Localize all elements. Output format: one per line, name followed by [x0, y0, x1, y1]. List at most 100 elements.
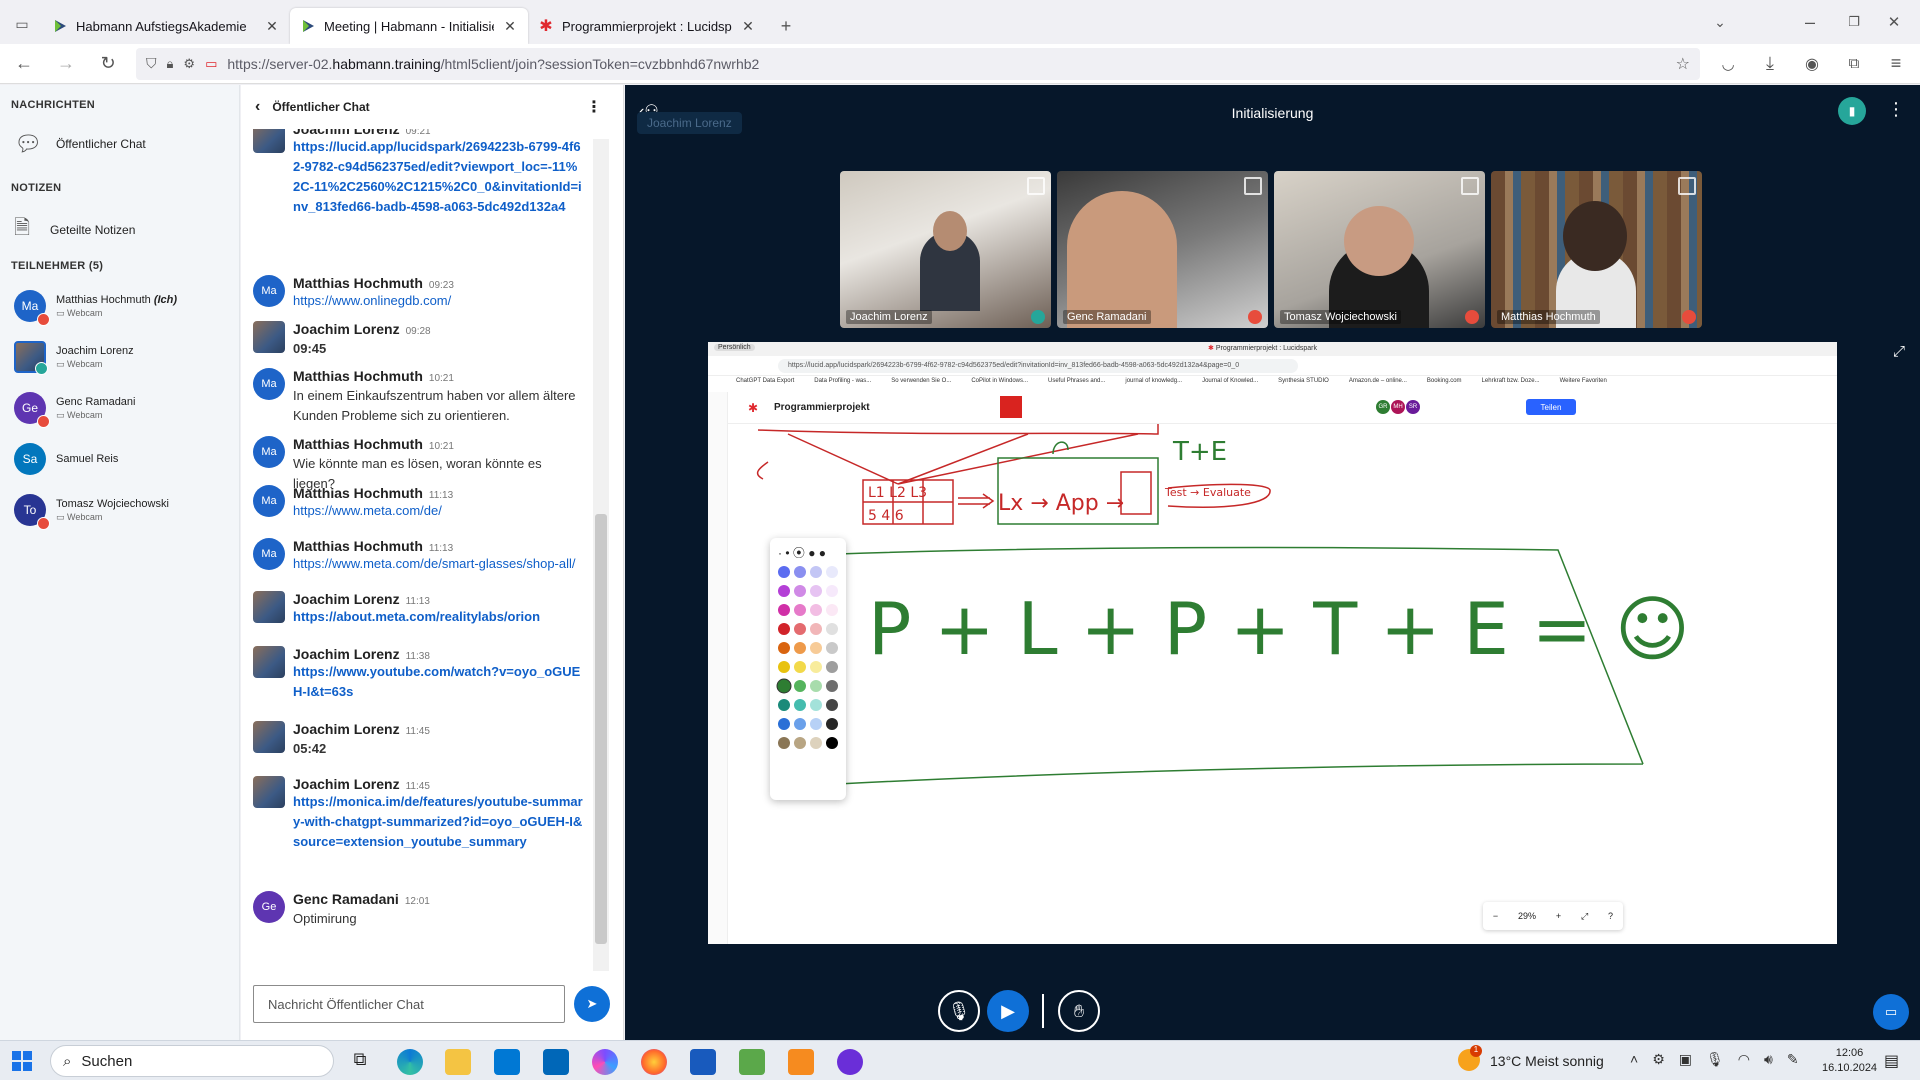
url-text[interactable]: https://server-02.habmann.training/html5…	[227, 56, 759, 72]
video-tile-matthias[interactable]: Matthias Hochmuth	[1491, 171, 1702, 328]
forward-icon[interactable]: →	[52, 50, 80, 78]
tab-overflow-chevron-icon[interactable]: ⌄	[1706, 8, 1734, 36]
color-swatches[interactable]	[776, 564, 840, 774]
options-menu-icon[interactable]: ⋮	[1887, 99, 1905, 120]
share-button[interactable]: Teilen	[1526, 399, 1576, 415]
wifi-icon[interactable]: ◠	[1738, 1051, 1750, 1068]
participant-matthias[interactable]: Ma Matthias Hochmuth (Ich) ▭ Webcam	[14, 290, 234, 326]
permissions-icon[interactable]: ⚙	[183, 56, 195, 72]
screen-share-indicator-icon[interactable]: ▭	[205, 56, 217, 72]
fit-to-screen-icon[interactable]: ⤢	[1581, 911, 1588, 922]
edge-icon[interactable]	[397, 1049, 423, 1075]
account-icon[interactable]: ◉	[1798, 50, 1826, 78]
shield-icon[interactable]: ⛉	[146, 55, 157, 72]
lock-icon[interactable]: 🔒︎	[167, 56, 174, 72]
layout-settings-button[interactable]: ▭	[1873, 994, 1909, 1030]
raise-hand-button[interactable]: ✋︎	[1058, 990, 1100, 1032]
microphone-icon[interactable]: 🎙︎	[1706, 1051, 1724, 1068]
video-tile-tomasz[interactable]: Tomasz Wojciechowski	[1274, 171, 1485, 328]
restore-window-icon[interactable]: ❐	[1840, 8, 1868, 36]
volume-icon[interactable]: 🔊︎	[1764, 1051, 1773, 1068]
presentation-fullscreen-icon[interactable]: ⤢	[1893, 343, 1905, 360]
tray-app-icon[interactable]: ⚙	[1652, 1051, 1665, 1068]
close-tab-icon[interactable]: ✕	[502, 18, 518, 35]
chat-message: Joachim Lorenz 09:28 09:45	[253, 321, 583, 359]
reload-icon[interactable]: ↻	[94, 50, 122, 78]
tab-habmann-akademie[interactable]: Habmann AufstiegsAkademie ✕	[42, 8, 290, 44]
message-link[interactable]: https://monica.im/de/features/youtube-su…	[293, 792, 583, 852]
mute-microphone-button[interactable]: 🎙︎	[938, 990, 980, 1032]
zoom-in-icon[interactable]: +	[1556, 911, 1561, 921]
message-link[interactable]: https://about.meta.com/realitylabs/orion	[293, 607, 583, 627]
fullscreen-icon[interactable]	[1461, 177, 1479, 195]
message-link[interactable]: https://www.onlinegdb.com/	[293, 291, 583, 311]
firefox-icon[interactable]	[641, 1049, 667, 1075]
video-tile-joachim[interactable]: Joachim Lorenz	[840, 171, 1051, 328]
pen-icon[interactable]: ✎	[1787, 1051, 1799, 1068]
stroke-size-selector[interactable]: · • ⦿ ● ●	[778, 544, 826, 561]
chevron-left-icon[interactable]: ‹	[255, 98, 260, 116]
chat-options-icon[interactable]: ⋮	[586, 97, 602, 117]
weather-text[interactable]: 13°C Meist sonnig	[1490, 1053, 1604, 1069]
color-palette-popover[interactable]: · • ⦿ ● ●	[770, 538, 846, 800]
shared-notes-item[interactable]: 🗎︎ Geteilte Notizen	[14, 213, 135, 247]
shared-screen[interactable]: Persönlich ✱ Programmierprojekt : Lucids…	[708, 342, 1837, 944]
extensions-icon[interactable]: ⧉	[1840, 50, 1868, 78]
fullscreen-icon[interactable]	[1244, 177, 1262, 195]
downloads-icon[interactable]: ⤓	[1756, 50, 1784, 78]
app-icon[interactable]	[788, 1049, 814, 1075]
bookmark-star-icon[interactable]: ☆	[1676, 54, 1690, 74]
minimize-window-icon[interactable]: –	[1796, 8, 1824, 36]
help-icon[interactable]: ?	[1608, 911, 1613, 921]
windows-start-icon[interactable]	[12, 1051, 32, 1071]
message-link[interactable]: https://www.meta.com/de/smart-glasses/sh…	[293, 554, 583, 574]
app-icon[interactable]	[837, 1049, 863, 1075]
fullscreen-icon[interactable]	[1678, 177, 1696, 195]
participant-samuel[interactable]: Sa Samuel Reis	[14, 443, 234, 475]
pocket-icon[interactable]: ◡	[1714, 50, 1742, 78]
menu-icon[interactable]: ≡	[1882, 50, 1910, 78]
webcam-button[interactable]: ▶︎	[987, 990, 1029, 1032]
chat-scrollbar[interactable]	[593, 139, 609, 971]
message-link[interactable]: https://www.meta.com/de/	[293, 501, 583, 521]
connection-status-icon[interactable]: ▮	[1838, 97, 1866, 125]
close-tab-icon[interactable]: ✕	[264, 18, 280, 35]
mail-icon[interactable]	[543, 1049, 569, 1075]
tab-meeting[interactable]: Meeting | Habmann - Initialisie ✕	[290, 8, 528, 44]
chat-message-input[interactable]: Nachricht Öffentlicher Chat	[253, 985, 565, 1023]
file-explorer-icon[interactable]	[445, 1049, 471, 1075]
task-view-icon[interactable]: ⧉	[347, 1049, 373, 1075]
message-link[interactable]: https://lucid.app/lucidspark/2694223b-67…	[293, 137, 583, 217]
public-chat-item[interactable]: 💬︎ Öffentlicher Chat	[14, 131, 146, 157]
new-tab-icon[interactable]: +	[772, 12, 800, 40]
copilot-icon[interactable]	[592, 1049, 618, 1075]
scrollbar-thumb[interactable]	[595, 514, 607, 944]
fullscreen-icon[interactable]	[1027, 177, 1045, 195]
tray-app-icon[interactable]: ▣	[1679, 1051, 1692, 1068]
tab-lucidspark[interactable]: ✱ Programmierprojekt : Lucidspar ✕	[528, 8, 766, 44]
back-icon[interactable]: ←	[10, 50, 38, 78]
taskbar-search[interactable]: ⌕ Suchen	[50, 1045, 334, 1077]
url-bar[interactable]: ⛉ 🔒︎ ⚙ ▭ https://server-02.habmann.train…	[136, 47, 1700, 80]
participant-joachim[interactable]: Joachim Lorenz ▭ Webcam	[14, 341, 234, 375]
store-icon[interactable]	[494, 1049, 520, 1075]
tray-chevron-icon[interactable]: ˄	[1630, 1051, 1638, 1068]
tab-list-icon[interactable]: ▭	[8, 10, 36, 38]
participant-tomasz[interactable]: To Tomasz Wojciechowski ▭ Webcam	[14, 494, 234, 530]
zoom-controls[interactable]: − 29% + ⤢ ?	[1483, 902, 1623, 930]
whiteboard-canvas[interactable]: L1 L2 L3 5 4 6 Lx → App → Test → Evaluat…	[728, 424, 1837, 944]
message-link[interactable]: https://www.youtube.com/watch?v=oyo_oGUE…	[293, 662, 583, 702]
notifications-icon[interactable]: ▤	[1884, 1051, 1899, 1071]
close-window-icon[interactable]: ✕	[1880, 8, 1908, 36]
close-tab-icon[interactable]: ✕	[740, 18, 756, 35]
notepad-icon[interactable]	[739, 1049, 765, 1075]
weather-icon[interactable]: 1	[1458, 1045, 1482, 1071]
send-message-button[interactable]: ➤	[574, 986, 610, 1022]
clock[interactable]: 12:06 16.10.2024	[1822, 1046, 1877, 1076]
chat-message: Ma Matthias Hochmuth 11:13 https://www.me…	[253, 538, 583, 574]
video-tile-genc[interactable]: Genc Ramadani	[1057, 171, 1268, 328]
tab-title: Programmierprojekt : Lucidspar	[562, 18, 732, 34]
participant-genc[interactable]: Ge Genc Ramadani ▭ Webcam	[14, 392, 234, 428]
zoom-out-icon[interactable]: −	[1493, 911, 1498, 921]
word-icon[interactable]	[690, 1049, 716, 1075]
